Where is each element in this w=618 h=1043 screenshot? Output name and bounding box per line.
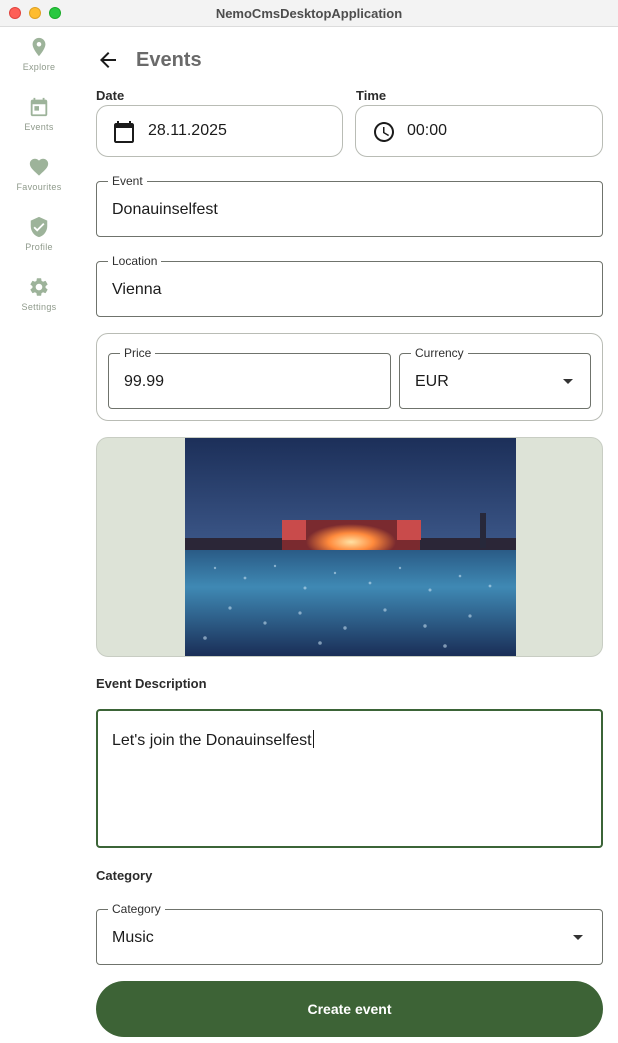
category-select-value: Music	[112, 929, 154, 946]
sidebar-item-label: Settings	[21, 302, 57, 312]
price-field[interactable]: Price 99.99	[108, 346, 391, 409]
currency-select[interactable]: Currency EUR	[399, 346, 591, 409]
arrow-back-icon	[100, 52, 116, 68]
sidebar-item-label: Explore	[22, 62, 56, 72]
create-event-button[interactable]: Create event	[96, 981, 603, 1037]
heart-icon	[29, 158, 49, 176]
time-value: 00:00	[407, 122, 448, 139]
currency-select-label: Currency	[411, 346, 468, 360]
currency-select-value: EUR	[415, 373, 449, 390]
time-picker-button[interactable]: 00:00	[355, 105, 603, 157]
location-field-label: Location	[108, 254, 162, 268]
sidebar-item-favourites[interactable]: Favourites	[0, 156, 78, 212]
title-bar: NemoCmsDesktopApplication	[0, 0, 618, 27]
price-field-label: Price	[120, 346, 156, 360]
dropdown-arrow-icon	[573, 935, 583, 940]
date-label: Date	[96, 88, 125, 103]
sidebar-nav: Explore Events Favourites Profile Settin…	[0, 28, 80, 1043]
window-title: NemoCmsDesktopApplication	[215, 6, 403, 21]
event-photo	[185, 438, 516, 656]
app-window: NemoCmsDesktopApplication Explore Events…	[0, 0, 618, 1043]
category-heading: Category	[96, 868, 153, 883]
sidebar-item-profile[interactable]: Profile	[0, 216, 78, 272]
event-image-picker[interactable]	[96, 437, 603, 657]
description-text-wrapper: Let's join the Donauinselfest	[112, 730, 314, 750]
category-select-label: Category	[108, 902, 165, 916]
location-field-value: Vienna	[112, 281, 162, 298]
gear-icon	[30, 278, 48, 296]
sidebar-item-label: Events	[24, 122, 54, 132]
clock-icon	[374, 122, 394, 142]
description-textarea[interactable]: Let's join the Donauinselfest	[96, 709, 603, 848]
event-name-field[interactable]: Event Donauinselfest	[96, 174, 603, 237]
date-value: 28.11.2025	[148, 122, 227, 139]
event-field-label: Event	[108, 174, 147, 188]
date-picker-button[interactable]: 28.11.2025	[96, 105, 343, 157]
price-field-value: 99.99	[124, 373, 165, 390]
sidebar-item-settings[interactable]: Settings	[0, 276, 78, 332]
sidebar-item-label: Favourites	[16, 182, 62, 192]
description-value: Let's join the Donauinselfest	[112, 732, 312, 749]
calendar-icon	[30, 97, 48, 117]
back-button[interactable]	[96, 48, 120, 72]
calendar-icon	[114, 121, 134, 143]
text-caret	[312, 730, 314, 748]
page-title: Events	[136, 49, 202, 71]
sidebar-item-events[interactable]: Events	[0, 96, 78, 152]
location-field[interactable]: Location Vienna	[96, 254, 603, 317]
dropdown-arrow-icon	[563, 379, 573, 384]
location-pin-icon	[32, 37, 46, 57]
price-section: Price 99.99 Currency EUR	[96, 333, 603, 421]
sidebar-item-label: Profile	[25, 242, 53, 252]
description-heading: Event Description	[96, 676, 207, 691]
time-label: Time	[356, 88, 387, 103]
shield-check-icon	[30, 216, 48, 238]
event-field-value: Donauinselfest	[112, 201, 218, 218]
sidebar-item-explore[interactable]: Explore	[0, 36, 78, 92]
category-select[interactable]: Category Music	[96, 902, 603, 965]
